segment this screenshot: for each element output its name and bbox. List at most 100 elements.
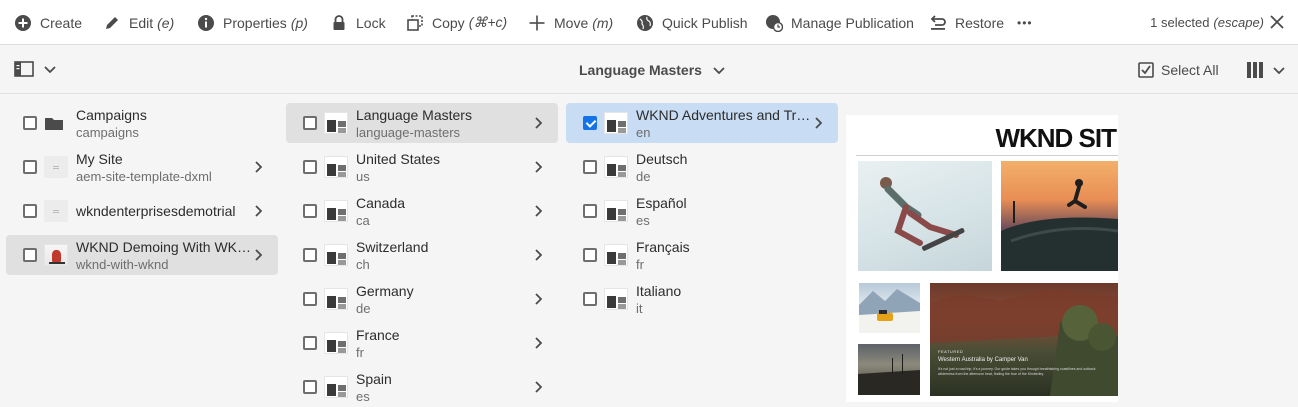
item-title: Germany xyxy=(356,283,414,299)
chevron-right-icon[interactable] xyxy=(814,117,822,129)
item-title: Language Masters xyxy=(356,107,472,123)
page-thumbnail xyxy=(324,156,348,178)
select-all-icon xyxy=(1138,62,1154,78)
item-title: Spain xyxy=(356,371,392,387)
chevron-right-icon[interactable] xyxy=(254,205,262,217)
page-title: Language Masters xyxy=(579,62,702,78)
lock-button[interactable]: Lock xyxy=(330,0,386,45)
escape-hint: (escape) xyxy=(1213,15,1264,30)
item-checkbox[interactable] xyxy=(303,292,317,306)
chevron-right-icon[interactable] xyxy=(534,249,542,261)
chevron-right-icon[interactable] xyxy=(534,381,542,393)
chevron-right-icon[interactable] xyxy=(534,161,542,173)
chevron-right-icon[interactable] xyxy=(254,161,262,173)
item-checkbox[interactable] xyxy=(303,116,317,130)
item-name: fr xyxy=(356,345,364,360)
create-button[interactable]: Create xyxy=(14,0,82,45)
edit-button[interactable]: Edit (e) xyxy=(103,0,174,45)
column-item[interactable]: France fr xyxy=(286,323,558,363)
chevron-right-icon[interactable] xyxy=(254,249,262,261)
column-item[interactable]: Language Masters language-masters xyxy=(286,103,558,143)
page-thumbnail xyxy=(324,376,348,398)
item-checkbox[interactable] xyxy=(583,292,597,306)
view-switcher[interactable] xyxy=(1246,61,1286,79)
item-checkbox[interactable] xyxy=(583,116,597,130)
item-checkbox[interactable] xyxy=(303,336,317,350)
featured-label: FEATURED xyxy=(938,349,964,354)
lock-icon xyxy=(330,14,348,32)
item-checkbox[interactable] xyxy=(303,204,317,218)
column-item[interactable]: Germany de xyxy=(286,279,558,319)
column-item[interactable]: Italiano it xyxy=(566,279,838,319)
column-item[interactable]: WKND Demoing With WKND ... wknd-with-wkn… xyxy=(6,235,278,275)
page-thumbnail xyxy=(604,156,628,178)
chevron-down-icon xyxy=(713,67,725,75)
item-title: Italiano xyxy=(636,283,682,299)
copy-button[interactable]: Copy (⌘+c) xyxy=(406,0,507,45)
move-shortcut: (m) xyxy=(592,14,614,31)
item-checkbox[interactable] xyxy=(583,160,597,174)
item-checkbox[interactable] xyxy=(23,116,37,130)
item-checkbox[interactable] xyxy=(303,380,317,394)
column-item[interactable]: United States us xyxy=(286,147,558,187)
move-icon xyxy=(528,14,546,32)
item-checkbox[interactable] xyxy=(23,204,37,218)
item-checkbox[interactable] xyxy=(303,160,317,174)
copy-icon xyxy=(406,14,424,32)
column-view-icon xyxy=(1247,62,1263,78)
chevron-right-icon[interactable] xyxy=(534,293,542,305)
column-item[interactable]: wkndenterprisesdemotrial xyxy=(6,191,278,231)
item-checkbox[interactable] xyxy=(303,248,317,262)
close-icon[interactable] xyxy=(1268,13,1286,31)
item-checkbox[interactable] xyxy=(583,248,597,262)
chevron-right-icon[interactable] xyxy=(534,205,542,217)
column-item[interactable]: Español es xyxy=(566,191,838,231)
column-2: Language Masters language-masters United… xyxy=(286,95,558,407)
edit-shortcut: (e) xyxy=(157,14,175,31)
item-name: es xyxy=(356,389,370,404)
properties-button[interactable]: Properties (p) xyxy=(197,0,308,45)
item-name: aem-site-template-dxml xyxy=(76,169,212,184)
restore-button[interactable]: Restore xyxy=(929,0,1004,45)
item-checkbox[interactable] xyxy=(583,204,597,218)
restore-icon xyxy=(929,14,947,32)
column-item[interactable]: WKND Adventures and Travel en xyxy=(566,103,838,143)
item-title: Español xyxy=(636,195,687,211)
quick-publish-button[interactable]: Quick Publish xyxy=(636,0,748,45)
item-checkbox[interactable] xyxy=(23,160,37,174)
item-name: en xyxy=(636,125,651,140)
page-thumbnail xyxy=(604,200,628,222)
copy-shortcut: (⌘+c) xyxy=(468,14,508,30)
move-button[interactable]: Move (m) xyxy=(528,0,613,45)
item-checkbox[interactable] xyxy=(23,248,37,262)
select-all-button[interactable]: Select All xyxy=(1138,46,1219,94)
column-item[interactable]: Switzerland ch xyxy=(286,235,558,275)
pencil-icon xyxy=(103,14,121,32)
chevron-right-icon[interactable] xyxy=(534,337,542,349)
preview-site-title: WKND SIT xyxy=(995,123,1117,153)
edit-label: Edit xyxy=(129,14,154,31)
column-item[interactable]: Canada ca xyxy=(286,191,558,231)
more-actions-button[interactable]: ••• xyxy=(1017,0,1033,45)
page-thumbnail xyxy=(604,288,628,310)
select-all-label: Select All xyxy=(1161,62,1219,78)
action-bar: Create Edit (e) Properties (p) Lock Copy… xyxy=(0,0,1298,45)
column-item[interactable]: My Site aem-site-template-dxml xyxy=(6,147,278,187)
item-name: fr xyxy=(636,257,644,272)
preview-image-landscape xyxy=(858,344,920,395)
rail-toggle-button[interactable] xyxy=(14,60,57,78)
chevron-right-icon[interactable] xyxy=(534,117,542,129)
column-item[interactable]: Spain es xyxy=(286,367,558,407)
manage-publication-button[interactable]: Manage Publication xyxy=(765,0,914,45)
item-name: us xyxy=(356,169,370,184)
page-thumbnail xyxy=(324,200,348,222)
breadcrumb[interactable]: Language Masters xyxy=(579,46,726,94)
page-thumbnail xyxy=(324,244,348,266)
item-name: ch xyxy=(356,257,370,272)
page-thumbnail xyxy=(324,288,348,310)
column-item[interactable]: Deutsch de xyxy=(566,147,838,187)
globe-icon xyxy=(636,14,654,32)
column-item[interactable]: Campaigns campaigns xyxy=(6,103,278,143)
add-circle-icon xyxy=(14,14,32,32)
column-item[interactable]: Français fr xyxy=(566,235,838,275)
